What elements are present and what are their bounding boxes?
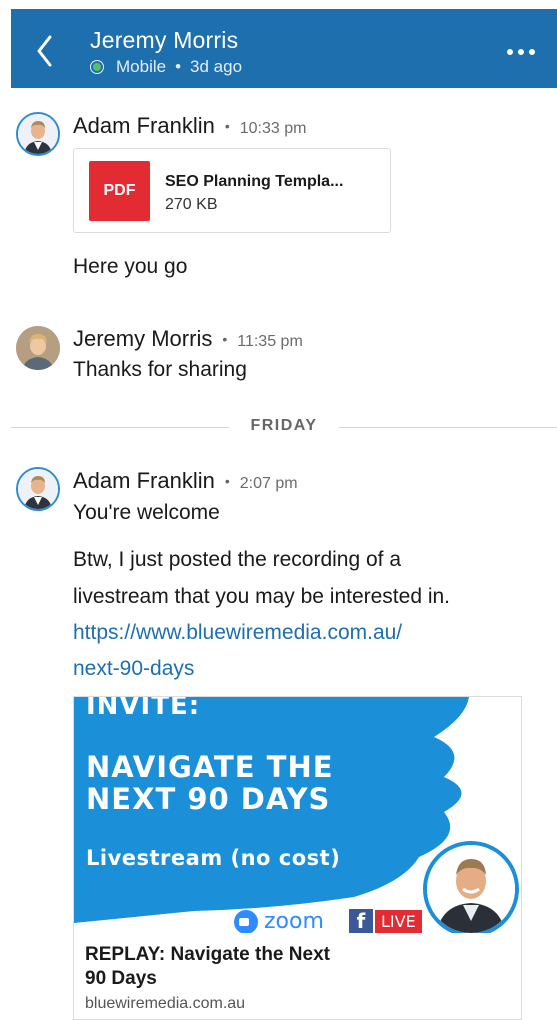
message-text: livestream that you may be interested in… <box>73 585 451 608</box>
conversation-header: Jeremy Morris Mobile • 3d ago <box>11 9 557 88</box>
sender-name[interactable]: Jeremy Morris <box>73 326 212 352</box>
avatar-adam-franklin[interactable] <box>16 467 60 511</box>
sender-dot: • <box>224 473 230 489</box>
person-photo-icon <box>16 326 60 370</box>
contact-presence: Mobile • 3d ago <box>90 57 242 77</box>
zoom-label: zoom <box>264 909 324 933</box>
zoom-logo: zoom <box>234 909 324 933</box>
status-bar-area <box>0 0 557 9</box>
message-text: You're welcome <box>73 501 220 524</box>
person-photo-icon <box>18 114 58 154</box>
attachment-file-size: 270 KB <box>165 196 218 213</box>
sender-dot: • <box>224 118 230 134</box>
banner-subtitle-text: Livestream (no cost) <box>86 846 341 870</box>
contact-name[interactable]: Jeremy Morris <box>90 27 238 54</box>
presence-separator: • <box>175 57 182 76</box>
avatar-jeremy-morris[interactable] <box>16 326 60 370</box>
pdf-attachment[interactable]: PDF SEO Planning Templa... 270 KB <box>73 148 391 233</box>
message-text: Here you go <box>73 255 188 278</box>
message-link[interactable]: https://www.bluewiremedia.com.au/ <box>73 615 402 651</box>
sender-name[interactable]: Adam Franklin <box>73 468 215 494</box>
person-photo-icon <box>18 469 58 509</box>
banner-title-text: NAVIGATE THE NEXT 90 DAYS <box>86 751 334 815</box>
preview-banner-image: INVITE: NAVIGATE THE NEXT 90 DAYS Livest… <box>74 697 521 933</box>
person-photo-icon <box>427 845 515 933</box>
banner-title-line: NEXT 90 DAYS <box>86 782 331 816</box>
preview-title-line: 90 Days <box>85 968 157 989</box>
attachment-file-name: SEO Planning Templa... <box>165 173 344 190</box>
banner-portrait <box>423 841 519 933</box>
link-preview-card[interactable]: INVITE: NAVIGATE THE NEXT 90 DAYS Livest… <box>73 696 522 1020</box>
preview-title-line: REPLAY: Navigate the Next <box>85 944 330 965</box>
message-time: 11:35 pm <box>237 333 303 350</box>
back-button[interactable] <box>33 33 57 69</box>
message-text: Thanks for sharing <box>73 358 247 381</box>
pdf-file-icon: PDF <box>89 161 150 221</box>
banner-title-line: NAVIGATE THE <box>86 750 334 784</box>
message-sender-row: Adam Franklin • 10:33 pm <box>73 113 306 139</box>
live-badge: LIVE <box>375 909 422 933</box>
message-text: Btw, I just posted the recording of a <box>73 548 402 571</box>
chevron-left-icon <box>37 35 52 67</box>
more-horizontal-icon <box>507 49 513 55</box>
zoom-camera-icon <box>234 909 258 933</box>
banner-invite-text: INVITE: <box>86 697 201 721</box>
message-time: 10:33 pm <box>239 120 307 137</box>
message-time: 2:07 pm <box>239 475 298 492</box>
sender-name[interactable]: Adam Franklin <box>73 113 215 139</box>
more-options-button[interactable] <box>507 49 535 55</box>
preview-title: REPLAY: Navigate the Next 90 Days <box>85 943 330 991</box>
message-sender-row: Jeremy Morris • 11:35 pm <box>73 326 303 352</box>
facebook-icon: f <box>349 909 373 933</box>
facebook-live-logo: f LIVE <box>349 909 422 933</box>
day-label: FRIDAY <box>250 417 318 434</box>
sender-dot: • <box>222 331 228 347</box>
message-link[interactable]: next-90-days <box>73 651 194 687</box>
message-sender-row: Adam Franklin • 2:07 pm <box>73 468 298 494</box>
avatar-adam-franklin[interactable] <box>16 112 60 156</box>
preview-domain: bluewiremedia.com.au <box>85 995 246 1012</box>
day-divider: FRIDAY <box>11 416 557 438</box>
presence-label: Mobile <box>116 57 167 76</box>
last-seen: 3d ago <box>190 57 243 76</box>
online-status-icon <box>91 61 103 73</box>
